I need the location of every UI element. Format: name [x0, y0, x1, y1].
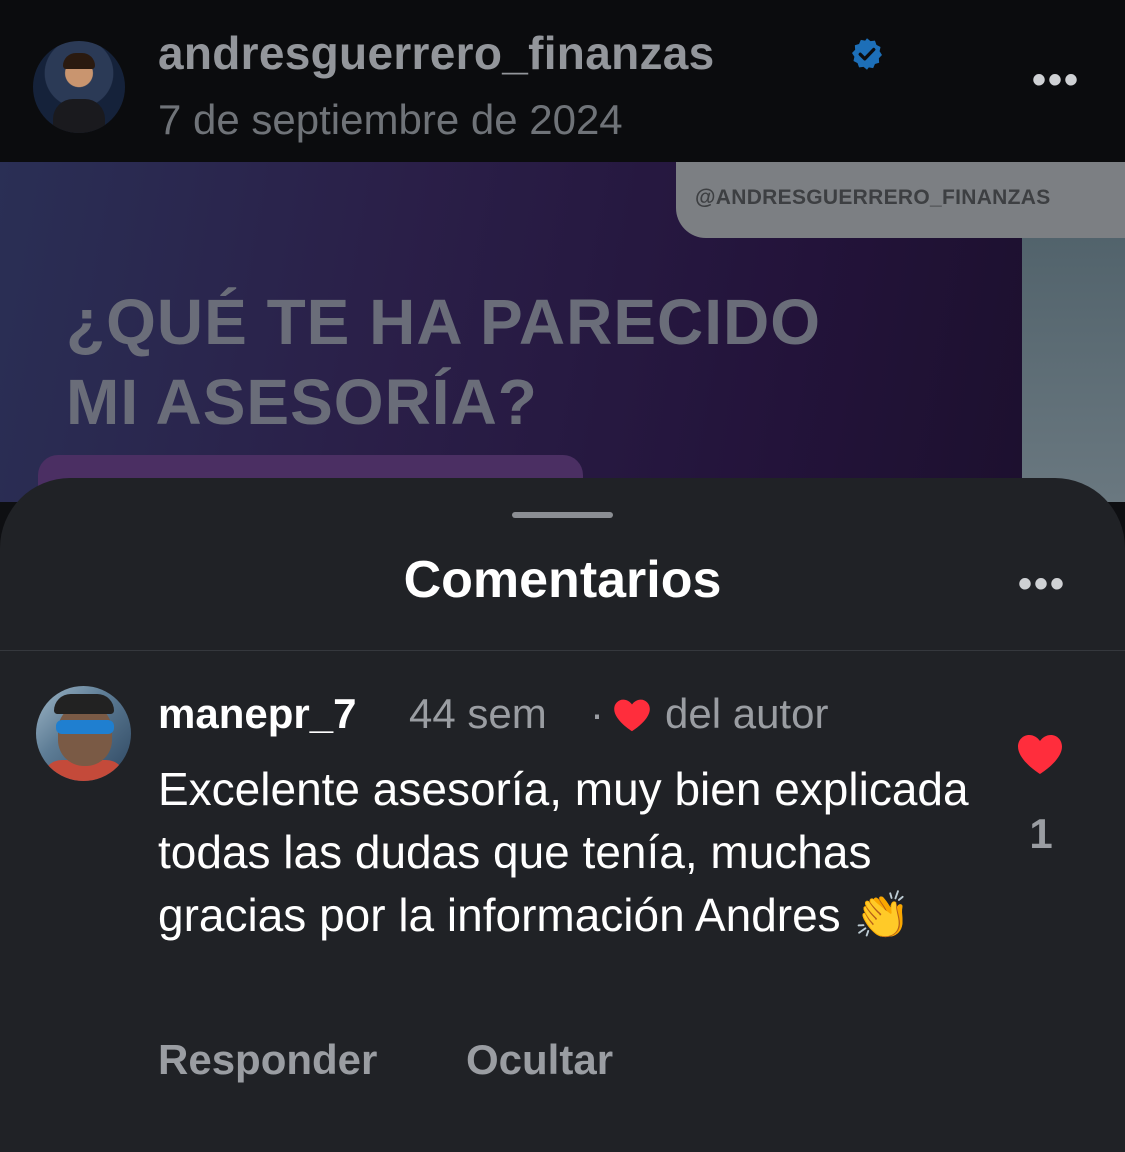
comment-time: 44 sem — [409, 690, 547, 737]
sheet-title: Comentarios — [403, 551, 722, 609]
image-handle-text: @ANDRESGUERRERO_FINANZAS — [695, 186, 1051, 209]
sheet-divider — [0, 650, 1125, 651]
liked-by-author-heart-icon — [614, 699, 650, 732]
image-headline-line1: ¿QUÉ TE HA PARECIDO — [66, 286, 822, 358]
comment-separator: · — [590, 690, 604, 737]
author-avatar[interactable] — [33, 41, 125, 133]
reply-button[interactable]: Responder — [158, 1036, 377, 1084]
liked-by-author-label: del autor — [665, 690, 829, 737]
comment-like-count: 1 — [1029, 810, 1053, 857]
post-date: 7 de septiembre de 2024 — [158, 96, 623, 143]
hide-button[interactable]: Ocultar — [466, 1036, 613, 1084]
image-headline-line2: MI ASESORÍA? — [66, 366, 538, 438]
sheet-more-options-icon[interactable]: ••• — [1018, 562, 1066, 607]
sheet-grabber-handle[interactable] — [512, 512, 613, 518]
comment-text: Excelente asesoría, muy bien explicada t… — [158, 763, 969, 941]
verified-badge-icon — [852, 38, 882, 70]
commenter-avatar[interactable] — [36, 686, 131, 781]
post-more-options-icon[interactable]: ••• — [1032, 58, 1080, 103]
image-headline: ¿QUÉ TE HA PARECIDO MI ASESORÍA? — [66, 282, 821, 442]
post-author-username[interactable]: andresguerrero_finanzas — [158, 26, 715, 80]
comment-username[interactable]: manepr_7 — [158, 690, 356, 738]
comment-like-heart-icon[interactable] — [1016, 733, 1064, 775]
